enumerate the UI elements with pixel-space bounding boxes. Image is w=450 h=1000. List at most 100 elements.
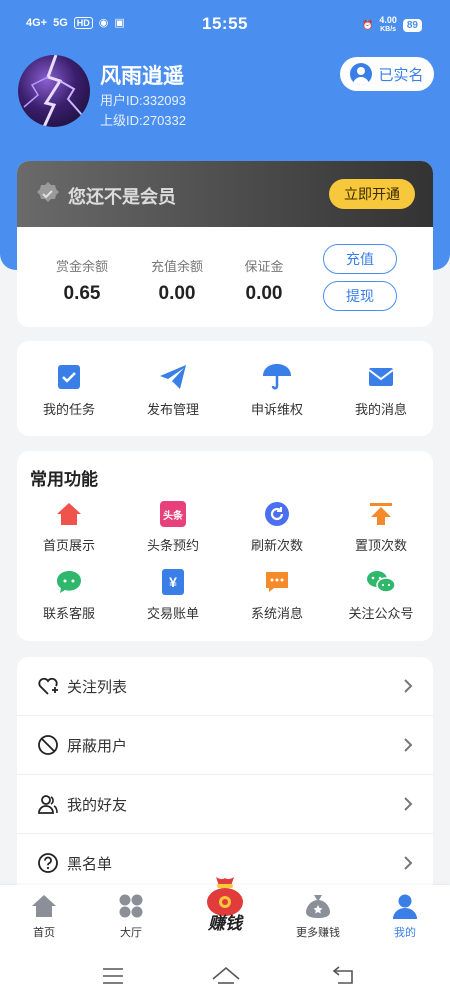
- message-icon: [266, 572, 288, 592]
- func-refresh-count[interactable]: 刷新次数: [225, 501, 329, 554]
- block-icon: [38, 735, 58, 755]
- nav-hall[interactable]: 大厅: [91, 893, 171, 940]
- func-system-messages[interactable]: 系统消息: [225, 569, 329, 622]
- status-right: ⏰ 4.00 KB/s 89: [362, 16, 422, 34]
- member-banner: 您还不是会员 立即开通: [17, 161, 433, 227]
- func-home-display[interactable]: 首页展示: [17, 501, 121, 554]
- common-row-2: 联系客服 ¥ 交易账单 系统消息 关注公众号: [17, 569, 433, 622]
- balance-value: 0.00: [245, 283, 283, 304]
- home-icon: [57, 503, 81, 525]
- common-functions-card: 常用功能 首页展示 头条 头条预约 刷新次数 置顶次数 联系客服 ¥ 交易账单: [17, 451, 433, 641]
- wechat-icon: [367, 571, 396, 593]
- quick-publish-manage[interactable]: 发布管理: [121, 363, 225, 418]
- umbrella-icon: [263, 364, 291, 390]
- func-label: 系统消息: [250, 606, 303, 621]
- grid-icon: [119, 894, 143, 918]
- quick-actions-card: 我的任务 发布管理 申诉维权 我的消息: [17, 341, 433, 436]
- status-bar: 4G+ 5G HD ◉ ▣ 15:55 ⏰ 4.00 KB/s 89: [0, 0, 450, 48]
- balance-value: 0.00: [158, 283, 196, 304]
- balance-label: 赏金余额: [55, 259, 108, 274]
- nav-mine[interactable]: 我的: [365, 893, 445, 940]
- chat-icon: [57, 571, 81, 593]
- verified-button[interactable]: 已实名: [340, 57, 434, 91]
- member-notice: 您还不是会员: [68, 187, 176, 207]
- bounty-balance: 赏金余额 0.65: [37, 256, 127, 305]
- withdraw-button[interactable]: 提现: [323, 281, 397, 311]
- list-item-blocked-users[interactable]: 屏蔽用户: [17, 716, 433, 775]
- parent-id: 上级ID:270332: [100, 113, 186, 128]
- menu-icon[interactable]: [102, 967, 124, 985]
- user-name: 风雨逍遥: [100, 65, 184, 88]
- vip-badge-icon: [37, 182, 59, 202]
- coin-bag-icon: [306, 895, 330, 918]
- user-id: 用户ID:332093: [100, 93, 186, 108]
- quick-label: 我的任务: [42, 402, 95, 417]
- home-gesture-icon[interactable]: [211, 965, 241, 985]
- alarm-icon: ⏰: [362, 19, 374, 30]
- func-label: 首页展示: [42, 538, 95, 553]
- nav-label: 更多赚钱: [296, 927, 340, 939]
- func-label: 刷新次数: [250, 538, 303, 553]
- bill-icon: ¥: [162, 569, 184, 595]
- recharge-balance: 充值余额 0.00: [132, 256, 222, 305]
- func-pin-count[interactable]: 置顶次数: [329, 501, 433, 554]
- balance-label: 充值余额: [150, 259, 203, 274]
- settings-list: 关注列表 屏蔽用户 我的好友 黑名单: [17, 657, 433, 897]
- refresh-icon: [265, 502, 289, 526]
- quick-label: 我的消息: [354, 402, 407, 417]
- nav-label: 大厅: [120, 927, 142, 939]
- balance-value: 0.65: [63, 283, 101, 304]
- verified-label: 已实名: [378, 66, 424, 84]
- mail-icon: [368, 368, 394, 386]
- chevron-right-icon: [404, 738, 413, 752]
- recharge-button[interactable]: 充值: [323, 244, 397, 274]
- func-transaction-bill[interactable]: ¥ 交易账单: [121, 569, 225, 622]
- chevron-right-icon: [404, 797, 413, 811]
- quick-appeal[interactable]: 申诉维权: [225, 363, 329, 418]
- question-icon: [38, 853, 58, 873]
- battery-indicator: 89: [402, 18, 422, 32]
- net-speed: 4.00 KB/s: [379, 16, 397, 34]
- quick-my-tasks[interactable]: 我的任务: [17, 363, 121, 418]
- system-nav-bar: [0, 955, 450, 1000]
- func-label: 置顶次数: [354, 538, 407, 553]
- task-icon: [58, 365, 80, 389]
- chevron-right-icon: [404, 679, 413, 693]
- list-item-my-friends[interactable]: 我的好友: [17, 775, 433, 834]
- quick-label: 发布管理: [146, 402, 199, 417]
- func-label: 关注公众号: [348, 606, 414, 621]
- list-label: 我的好友: [67, 796, 128, 814]
- func-label: 联系客服: [42, 606, 95, 621]
- user-icon: [350, 63, 373, 85]
- back-icon[interactable]: [332, 965, 356, 985]
- list-label: 黑名单: [67, 855, 113, 873]
- bottom-nav: 首页 大厅 赚钱 更多赚钱 我的: [0, 877, 450, 955]
- friends-icon: [38, 795, 58, 814]
- open-membership-button[interactable]: 立即开通: [329, 179, 415, 209]
- lightning-avatar-image: [23, 55, 83, 127]
- heart-plus-icon: [38, 677, 58, 695]
- func-label: 交易账单: [146, 606, 199, 621]
- common-row-1: 首页展示 头条 头条预约 刷新次数 置顶次数: [17, 501, 433, 554]
- func-headline-booking[interactable]: 头条 头条预约: [121, 501, 225, 554]
- quick-my-messages[interactable]: 我的消息: [329, 363, 433, 418]
- pin-top-icon: [370, 503, 392, 525]
- nav-home[interactable]: 首页: [4, 893, 84, 940]
- quick-label: 申诉维权: [250, 402, 303, 417]
- func-label: 头条预约: [146, 538, 199, 553]
- net-speed-unit: KB/s: [380, 26, 397, 33]
- headline-icon: 头条: [160, 501, 186, 527]
- net-speed-value: 4.00: [379, 15, 397, 25]
- paper-plane-icon: [160, 365, 186, 389]
- nav-more-earn[interactable]: 更多赚钱: [278, 893, 358, 940]
- quick-actions-grid: 我的任务 发布管理 申诉维权 我的消息: [17, 363, 433, 418]
- list-item-follow-list[interactable]: 关注列表: [17, 657, 433, 716]
- func-contact-support[interactable]: 联系客服: [17, 569, 121, 622]
- avatar[interactable]: [18, 55, 90, 127]
- earn-label: 赚钱: [208, 914, 242, 933]
- list-label: 关注列表: [67, 678, 128, 696]
- home-icon: [32, 895, 56, 917]
- func-follow-official[interactable]: 关注公众号: [329, 569, 433, 622]
- balance-label: 保证金: [244, 259, 284, 274]
- nav-earn[interactable]: 赚钱: [195, 873, 255, 934]
